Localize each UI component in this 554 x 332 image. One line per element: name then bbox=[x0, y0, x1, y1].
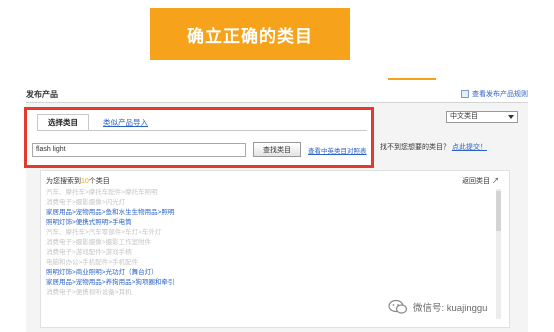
category-list-item[interactable]: 消费电子>游戏配件>游戏手柄 bbox=[46, 248, 486, 258]
language-select-value: 中文类目 bbox=[450, 113, 478, 120]
results-prefix: 为您搜索到 bbox=[46, 178, 81, 185]
language-select[interactable]: 中文类目 bbox=[446, 111, 518, 123]
category-compare-link[interactable]: 查看中英类目对照表 bbox=[308, 145, 367, 155]
back-label: 返回类目 bbox=[462, 178, 491, 185]
wechat-icon bbox=[388, 299, 408, 314]
tab-select-category[interactable]: 选择类目 bbox=[37, 114, 89, 131]
wechat-watermark: 微信号: kuajinggu bbox=[388, 296, 548, 318]
view-products-link[interactable]: 查看发布产品规则 bbox=[461, 89, 528, 99]
results-count: 为您搜索到10个类目 bbox=[46, 176, 110, 186]
category-list-item[interactable]: 消费电子>摄影摄像>闪光灯 bbox=[46, 198, 486, 208]
help-question: 找不到您想要的类目？ bbox=[380, 144, 450, 151]
dropdown-arrow-icon bbox=[508, 115, 514, 119]
help-text: 找不到您想要的类目？ 点此提交！ bbox=[380, 142, 487, 152]
category-list-item[interactable]: 汽车、摩托车>摩托车配件>摩托车照明 bbox=[46, 188, 486, 198]
page-title: 发布产品 bbox=[26, 90, 58, 99]
category-list-item[interactable]: 家居用品>宠物用品>养狗用品>狗项圈和牵引 bbox=[46, 278, 486, 288]
scrollbar-thumb[interactable] bbox=[496, 191, 501, 231]
tab-bar: 选择类目 类似产品导入 bbox=[37, 114, 156, 131]
view-products-label: 查看发布产品规则 bbox=[472, 91, 528, 98]
results-suffix: 个类目 bbox=[88, 178, 110, 185]
tab-divider bbox=[37, 130, 367, 131]
category-list-item[interactable]: 照明灯饰>商业照明>光功灯（舞台灯） bbox=[46, 268, 486, 278]
back-arrow-icon: ↗ bbox=[492, 178, 499, 185]
category-list-item[interactable]: 照明灯饰>便携式照明>手电筒 bbox=[46, 218, 486, 228]
watermark-text: 微信号: kuajinggu bbox=[413, 303, 488, 314]
category-search-highlight: 选择类目 类似产品导入 flash light 查找类目 查看中英类目对照表 bbox=[24, 107, 374, 168]
category-list: 汽车、摩托车>摩托车配件>摩托车照明 消费电子>摄影摄像>闪光灯 家居用品>宠物用品… bbox=[46, 188, 486, 298]
back-to-category[interactable]: 返回类目 ↗ bbox=[462, 176, 499, 186]
category-list-item[interactable]: 消费电子>摄影摄像>摄影工作室附件 bbox=[46, 238, 486, 248]
banner: 确立正确的类目 bbox=[150, 8, 350, 60]
category-list-item[interactable]: 家居用品>宠物用品>鱼和水生生物用品>照明 bbox=[46, 208, 486, 218]
category-search-input[interactable]: flash light bbox=[32, 143, 246, 157]
screenshot-root: { "banner": { "title": "确立正确的类目" }, "hea… bbox=[0, 0, 554, 332]
tab-import-similar[interactable]: 类似产品导入 bbox=[95, 114, 156, 131]
view-products-icon bbox=[461, 90, 469, 98]
category-list-item[interactable]: 电脑和办公>手机配件>手机配件 bbox=[46, 258, 486, 268]
find-category-button[interactable]: 查找类目 bbox=[253, 142, 301, 157]
category-list-item[interactable]: 汽车、摩托车>汽车零部件>车灯>车外灯 bbox=[46, 228, 486, 238]
submit-category-link[interactable]: 点此提交！ bbox=[452, 144, 487, 151]
accent-underline bbox=[388, 78, 436, 80]
banner-title: 确立正确的类目 bbox=[187, 26, 313, 47]
page-header: 发布产品 查看发布产品规则 bbox=[26, 86, 528, 103]
results-number: 10 bbox=[81, 178, 89, 185]
